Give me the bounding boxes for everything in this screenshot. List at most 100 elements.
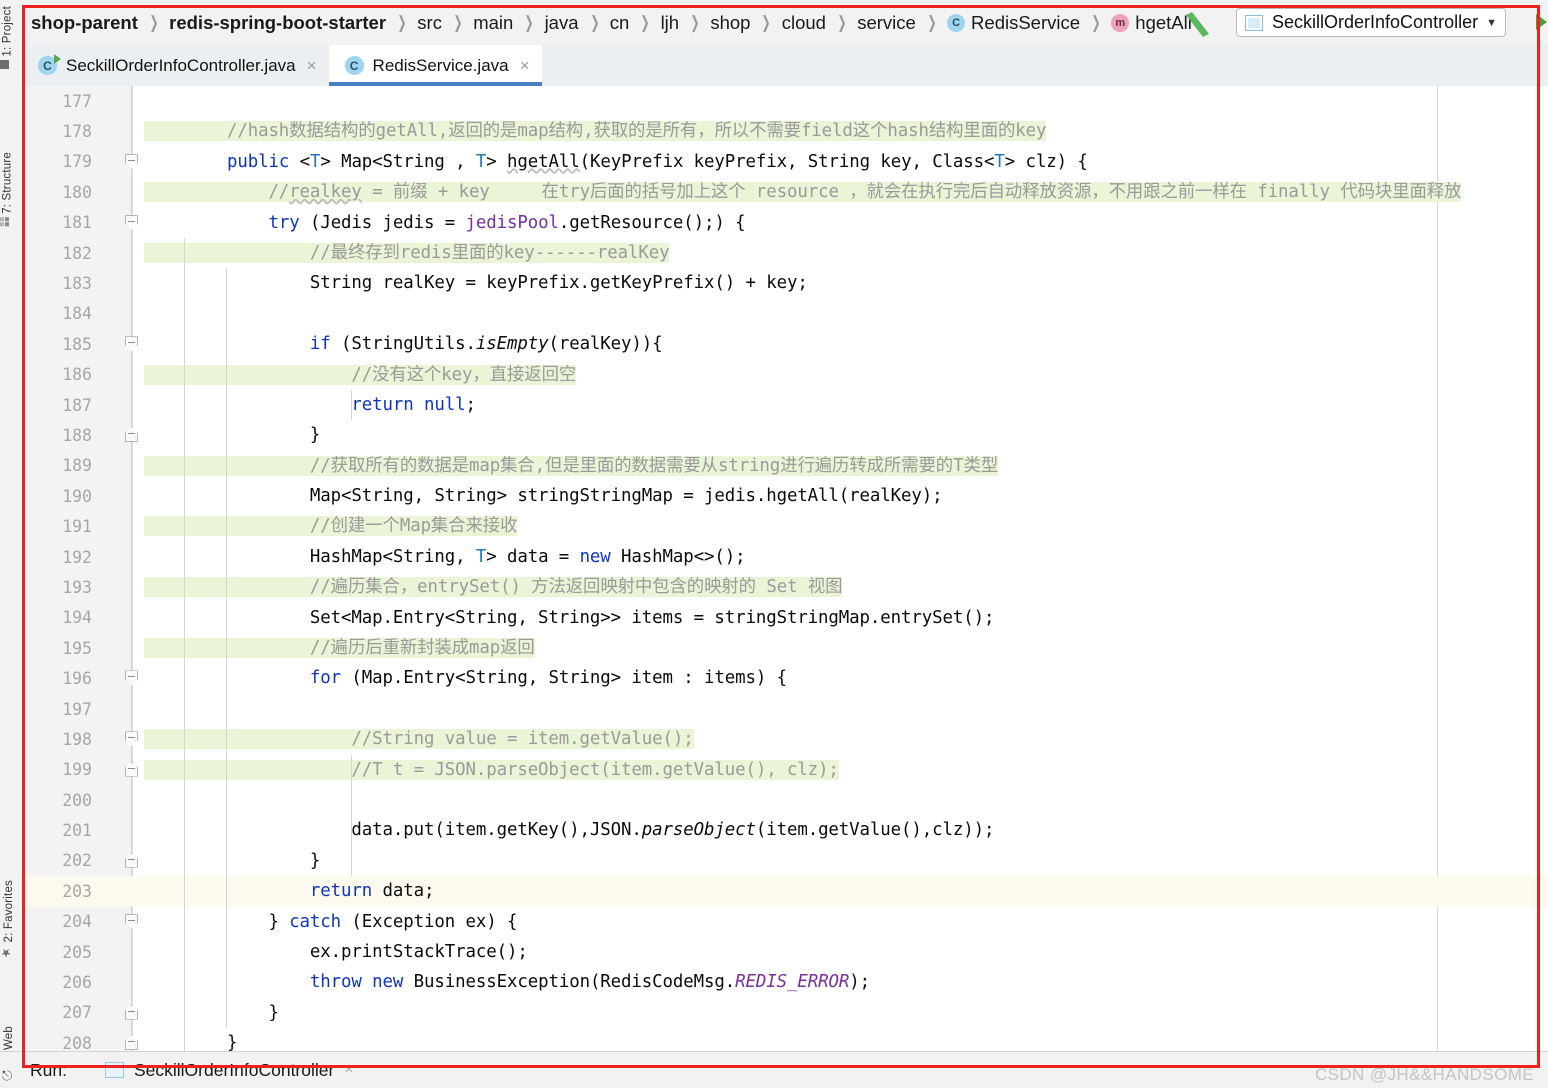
line-number: 193	[62, 577, 92, 597]
run-tab[interactable]: SeckillOrderInfoController ×	[104, 1060, 354, 1081]
run-configuration-selector[interactable]: SeckillOrderInfoController ▼	[1236, 8, 1506, 37]
code-line[interactable]: } catch (Exception ex) {	[144, 907, 1548, 937]
structure-icon	[0, 217, 9, 227]
project-icon	[0, 59, 9, 69]
code-fold-open-icon[interactable]	[125, 336, 141, 352]
breadcrumb-label: redis-spring-boot-starter	[169, 11, 387, 33]
breadcrumb-label: src	[417, 11, 442, 33]
watermark: CSDN @JH&&HANDSOME	[1314, 1065, 1534, 1084]
indent-guide	[225, 268, 227, 1029]
code-line[interactable]: Set<Map.Entry<String, String>> items = s…	[144, 603, 1548, 633]
code-fold-close-icon[interactable]	[125, 1035, 141, 1051]
code-line[interactable]: //T t = JSON.parseObject(item.getValue()…	[144, 755, 1548, 785]
run-configuration-label: SeckillOrderInfoController	[1272, 12, 1479, 32]
line-number: 201	[62, 821, 92, 841]
line-number: 183	[62, 274, 92, 294]
breadcrumb-item-hgetall[interactable]: m hgetAll	[1108, 12, 1195, 34]
line-number: 178	[62, 122, 92, 142]
chevron-right-icon: ❯	[453, 12, 463, 32]
close-icon[interactable]: ×	[344, 1061, 353, 1079]
code-line[interactable]: //hash数据结构的getAll,返回的是map结构,获取的是所有，所以不需要…	[144, 116, 1548, 146]
code-line[interactable]	[144, 785, 1548, 815]
close-icon[interactable]: ×	[307, 56, 317, 76]
line-number: 198	[62, 729, 92, 749]
tab-seckillorderinfocontroller[interactable]: C SeckillOrderInfoController.java ×	[22, 45, 329, 86]
code-line[interactable]: ex.printStackTrace();	[144, 937, 1548, 967]
line-number: 186	[62, 365, 92, 385]
breadcrumb-label: ljh	[660, 11, 680, 33]
code-line[interactable]: HashMap<String, T> data = new HashMap<>(…	[144, 542, 1548, 572]
code-fold-close-icon[interactable]	[125, 761, 141, 778]
code-line[interactable]: }	[144, 420, 1548, 450]
breadcrumb-item-cn[interactable]: cn	[607, 12, 633, 34]
breadcrumb-item-src[interactable]: src	[414, 12, 445, 34]
sidebar-item-label: 2: Favorites	[3, 880, 16, 943]
code-line[interactable]: }	[144, 1028, 1548, 1052]
line-number: 187	[62, 395, 92, 415]
breadcrumb-item-java[interactable]: java	[542, 12, 582, 34]
line-number: 197	[62, 699, 92, 719]
code-fold-close-icon[interactable]	[125, 852, 141, 869]
code-line[interactable]: //没有这个key，直接返回空	[144, 360, 1548, 390]
close-icon[interactable]: ×	[520, 56, 530, 76]
star-icon: ★	[0, 945, 13, 961]
code-editor[interactable]: 177 178 179 180 181 182 183 184 185 186 187 188 189 1…	[22, 86, 1548, 1052]
run-triangle-icon[interactable]	[1536, 14, 1547, 30]
code-fold-open-icon[interactable]	[125, 731, 141, 747]
sidebar-item-structure[interactable]: 7: Structure	[0, 152, 22, 227]
line-number: 190	[62, 486, 92, 506]
code-line[interactable]: //realkey = 前缀 + key 在try后面的括号加上这个 resou…	[144, 177, 1548, 207]
sidebar-item-favorites[interactable]: ★ 2: Favorites	[0, 880, 22, 960]
code-line[interactable]: return data;	[144, 876, 1548, 906]
code-fold-open-icon[interactable]	[125, 153, 141, 170]
indent-guide	[183, 238, 185, 1052]
code-line[interactable]: //遍历集合，entrySet() 方法返回映射中包含的映射的 Set 视图	[144, 572, 1548, 602]
breadcrumb-item-cloud[interactable]: cloud	[779, 12, 829, 34]
code-fold-close-icon[interactable]	[125, 427, 141, 443]
sidebar-item-project[interactable]: 1: Project	[0, 6, 22, 69]
code-line[interactable]: for (Map.Entry<String, String> item : it…	[144, 663, 1548, 693]
tab-redisservice[interactable]: C RedisService.java ×	[328, 45, 542, 86]
code-line[interactable]: //创建一个Map集合来接收	[144, 511, 1548, 541]
breadcrumb-item-shop[interactable]: shop	[707, 12, 753, 34]
chevron-right-icon: ❯	[589, 12, 600, 32]
code-line[interactable]	[144, 86, 1548, 116]
web-spinner-icon: ⎋	[2, 1068, 13, 1083]
line-number: 188	[62, 425, 92, 445]
code-line[interactable]: //最终存到redis里面的key------realKey	[144, 238, 1548, 268]
chevron-right-icon: ❯	[524, 12, 534, 32]
code-fold-open-icon[interactable]	[125, 214, 141, 231]
code-line[interactable]: data.put(item.getKey(),JSON.parseObject(…	[144, 815, 1548, 845]
editor-code[interactable]: //hash数据结构的getAll,返回的是map结构,获取的是所有，所以不需要…	[144, 86, 1548, 1052]
chevron-down-icon[interactable]: ▼	[1486, 17, 1497, 29]
breadcrumb-item-service[interactable]: service	[854, 12, 919, 34]
code-line[interactable]: return null;	[144, 390, 1548, 420]
code-line[interactable]: if (StringUtils.isEmpty(realKey)){	[144, 329, 1548, 359]
code-line[interactable]: //String value = item.getValue();	[144, 724, 1548, 754]
code-line[interactable]: String realKey = keyPrefix.getKeyPrefix(…	[144, 268, 1548, 298]
indent-guide	[351, 754, 352, 877]
code-fold-open-icon[interactable]	[125, 913, 141, 930]
code-fold-close-icon[interactable]	[125, 1004, 141, 1021]
tab-label: RedisService.java	[372, 55, 509, 75]
breadcrumb-item-main[interactable]: main	[470, 12, 516, 34]
code-line[interactable]: }	[144, 846, 1548, 876]
breadcrumb-label: RedisService	[971, 11, 1081, 33]
code-line[interactable]: throw new BusinessException(RedisCodeMsg…	[144, 967, 1548, 997]
breadcrumb-item-redisservice[interactable]: C RedisService	[944, 12, 1083, 34]
code-line[interactable]: //获取所有的数据是map集合,但是里面的数据需要从string进行遍历转成所需…	[144, 451, 1548, 481]
code-line[interactable]	[144, 694, 1548, 724]
sidebar-item-label: 1: Project	[1, 6, 14, 57]
code-line[interactable]	[144, 299, 1548, 329]
chevron-right-icon: ❯	[397, 12, 407, 32]
code-fold-open-icon[interactable]	[125, 670, 141, 686]
breadcrumb-item-ljh[interactable]: ljh	[658, 12, 683, 34]
code-line[interactable]: public <T> Map<String , T> hgetAll(KeyPr…	[144, 147, 1548, 177]
breadcrumb-item-shop-parent[interactable]: shop-parent	[28, 12, 141, 34]
line-number: 192	[62, 547, 92, 567]
breadcrumb-item-redis-spring-boot-starter[interactable]: redis-spring-boot-starter	[166, 12, 389, 34]
code-line[interactable]: Map<String, String> stringStringMap = je…	[144, 481, 1548, 511]
code-line[interactable]: //遍历后重新封装成map返回	[144, 633, 1548, 663]
code-line[interactable]: }	[144, 998, 1548, 1028]
code-line[interactable]: try (Jedis jedis = jedisPool.getResource…	[144, 208, 1548, 238]
